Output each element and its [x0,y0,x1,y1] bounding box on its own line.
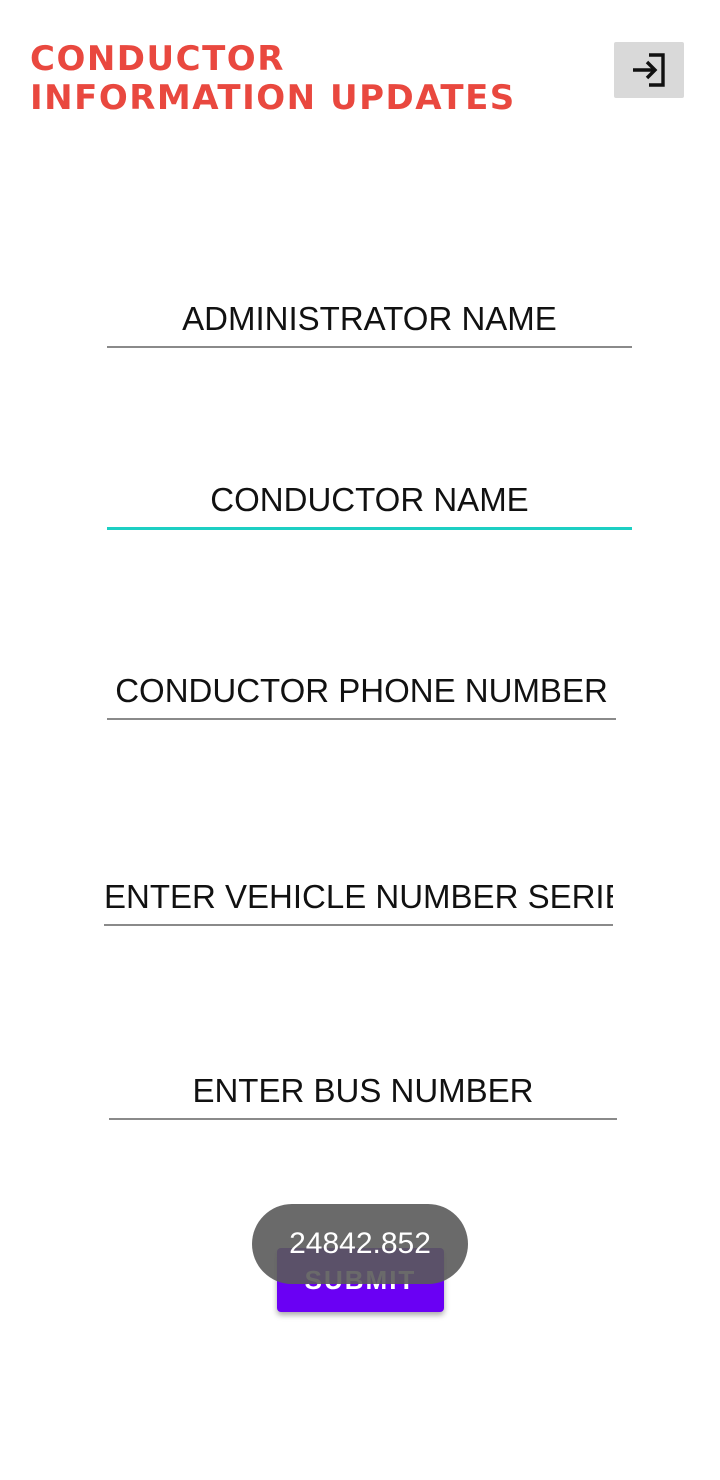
conductor-name-input[interactable]: CONDUCTOR NAME [107,473,632,530]
conductor-phone-number-input[interactable]: CONDUCTOR PHONE NUMBER [107,664,616,720]
page-title-line1: Conductor [30,39,285,79]
logout-button[interactable] [614,42,684,98]
vehicle-number-series-input[interactable]: ENTER VEHICLE NUMBER SERIE [104,870,613,926]
toast-message: 24842.852 [252,1204,468,1284]
page-title: Conductor Information updates [30,40,516,118]
administrator-name-input[interactable]: ADMINISTRATOR NAME [107,292,632,348]
page-title-line2: Information updates [30,78,516,118]
login-arrow-icon [633,53,665,87]
bus-number-input[interactable]: ENTER BUS NUMBER [109,1064,617,1120]
